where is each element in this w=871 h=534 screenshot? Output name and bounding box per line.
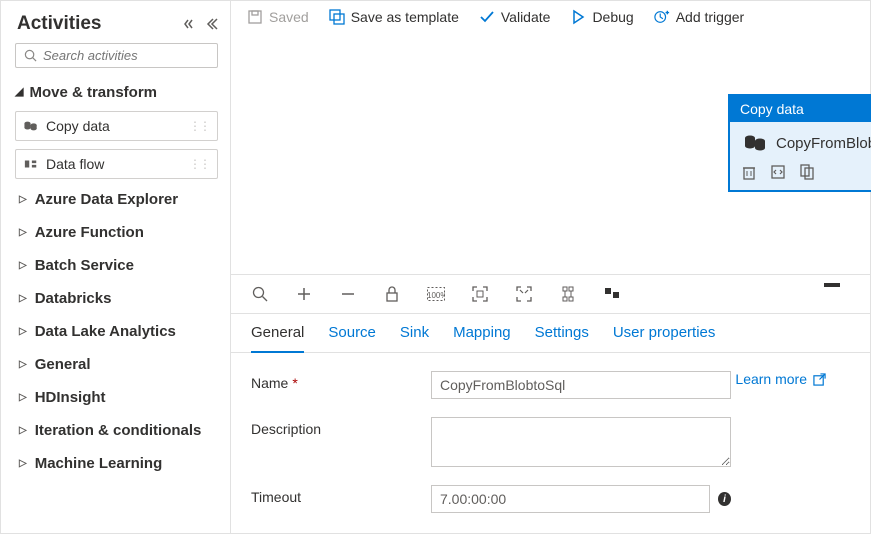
- node-header: Copy data: [730, 96, 871, 122]
- copy-icon[interactable]: [800, 164, 814, 180]
- search-icon: [24, 49, 37, 62]
- activities-sidebar: Activities ◢ Move & transform Copy data …: [1, 1, 231, 533]
- category-general[interactable]: ▷General: [11, 348, 222, 381]
- caret-down-icon: ◢: [15, 85, 23, 98]
- database-icon: [24, 120, 38, 132]
- trigger-icon: [654, 9, 670, 25]
- name-input[interactable]: [431, 371, 731, 399]
- learn-more-link[interactable]: Learn more: [731, 371, 850, 387]
- panel-resize-handle[interactable]: [824, 283, 840, 287]
- canvas-toolbar: 100%: [231, 274, 870, 314]
- auto-align-icon[interactable]: [559, 285, 577, 303]
- timeout-input[interactable]: [431, 485, 710, 513]
- chevron-right-icon: ▷: [19, 359, 27, 370]
- tab-mapping[interactable]: Mapping: [453, 324, 511, 352]
- category-hdinsight[interactable]: ▷HDInsight: [11, 381, 222, 414]
- check-icon: [479, 9, 495, 25]
- sidebar-title: Activities: [17, 13, 101, 35]
- database-icon: [744, 134, 766, 152]
- collapse-panel-icon[interactable]: [204, 17, 218, 31]
- node-name: CopyFromBlobtoSql: [776, 135, 871, 152]
- category-databricks[interactable]: ▷Databricks: [11, 282, 222, 315]
- copy-data-node[interactable]: Copy data CopyFromBlobtoSql: [728, 94, 871, 192]
- tab-source[interactable]: Source: [328, 324, 376, 352]
- fullscreen-icon[interactable]: [515, 285, 533, 303]
- play-icon: [570, 9, 586, 25]
- tab-sink[interactable]: Sink: [400, 324, 429, 352]
- activity-copy-data[interactable]: Copy data ⋮⋮: [15, 111, 218, 141]
- fit-screen-icon[interactable]: [471, 285, 489, 303]
- description-input[interactable]: [431, 417, 731, 467]
- chevron-right-icon: ▷: [19, 293, 27, 304]
- chevron-right-icon: ▷: [19, 260, 27, 271]
- properties-form: Name* Learn more Description Timeout i: [231, 353, 870, 531]
- timeout-label: Timeout: [251, 485, 431, 505]
- category-azure-data-explorer[interactable]: ▷Azure Data Explorer: [11, 183, 222, 216]
- save-icon: [247, 9, 263, 25]
- chevron-right-icon: ▷: [19, 392, 27, 403]
- debug-button[interactable]: Debug: [570, 9, 633, 25]
- save-as-template-button[interactable]: Save as template: [329, 9, 459, 25]
- zoom-out-icon[interactable]: [339, 285, 357, 303]
- chevron-right-icon: ▷: [19, 425, 27, 436]
- saved-button: Saved: [247, 9, 309, 25]
- chevron-right-icon: ▷: [19, 326, 27, 337]
- activity-label: Data flow: [46, 156, 104, 172]
- zoom-reset-icon[interactable]: 100%: [427, 285, 445, 303]
- chevron-right-icon: ▷: [19, 194, 27, 205]
- template-icon: [329, 9, 345, 25]
- validate-button[interactable]: Validate: [479, 9, 551, 25]
- category-batch-service[interactable]: ▷Batch Service: [11, 249, 222, 282]
- zoom-search-icon[interactable]: [251, 285, 269, 303]
- drag-grip-icon[interactable]: ⋮⋮: [189, 119, 209, 133]
- external-link-icon: [813, 373, 826, 386]
- category-data-lake-analytics[interactable]: ▷Data Lake Analytics: [11, 315, 222, 348]
- tab-settings[interactable]: Settings: [535, 324, 589, 352]
- chevron-right-icon: ▷: [19, 458, 27, 469]
- expand-collapse-icon[interactable]: [184, 17, 198, 31]
- property-tabs: General Source Sink Mapping Settings Use…: [231, 314, 870, 353]
- group-label: Move & transform: [29, 84, 157, 101]
- search-input[interactable]: [43, 48, 221, 63]
- tab-general[interactable]: General: [251, 324, 304, 353]
- search-activities-box[interactable]: [15, 43, 218, 68]
- activity-data-flow[interactable]: Data flow ⋮⋮: [15, 149, 218, 179]
- node-actions: [730, 158, 871, 190]
- tab-user-properties[interactable]: User properties: [613, 324, 716, 352]
- node-body: CopyFromBlobtoSql: [730, 122, 871, 158]
- sidebar-header: Activities: [11, 7, 222, 43]
- name-label: Name*: [251, 371, 431, 391]
- code-icon[interactable]: [770, 164, 786, 180]
- chevron-right-icon: ▷: [19, 227, 27, 238]
- group-move-transform[interactable]: ◢ Move & transform: [11, 78, 222, 107]
- main-area: Saved Save as template Validate Debug Ad…: [231, 1, 870, 533]
- category-iteration-conditionals[interactable]: ▷Iteration & conditionals: [11, 414, 222, 447]
- activity-label: Copy data: [46, 118, 110, 134]
- dataflow-icon: [24, 158, 38, 170]
- delete-icon[interactable]: [742, 164, 756, 180]
- drag-grip-icon[interactable]: ⋮⋮: [189, 157, 209, 171]
- toolbar: Saved Save as template Validate Debug Ad…: [231, 1, 870, 34]
- pipeline-canvas[interactable]: Copy data CopyFromBlobtoSql: [231, 34, 870, 274]
- category-machine-learning[interactable]: ▷Machine Learning: [11, 447, 222, 480]
- add-trigger-button[interactable]: Add trigger: [654, 9, 744, 25]
- lock-icon[interactable]: [383, 285, 401, 303]
- category-azure-function[interactable]: ▷Azure Function: [11, 216, 222, 249]
- description-label: Description: [251, 417, 431, 437]
- layout-icon[interactable]: [603, 285, 621, 303]
- zoom-in-icon[interactable]: [295, 285, 313, 303]
- info-icon[interactable]: i: [718, 492, 731, 506]
- svg-text:100%: 100%: [427, 291, 445, 300]
